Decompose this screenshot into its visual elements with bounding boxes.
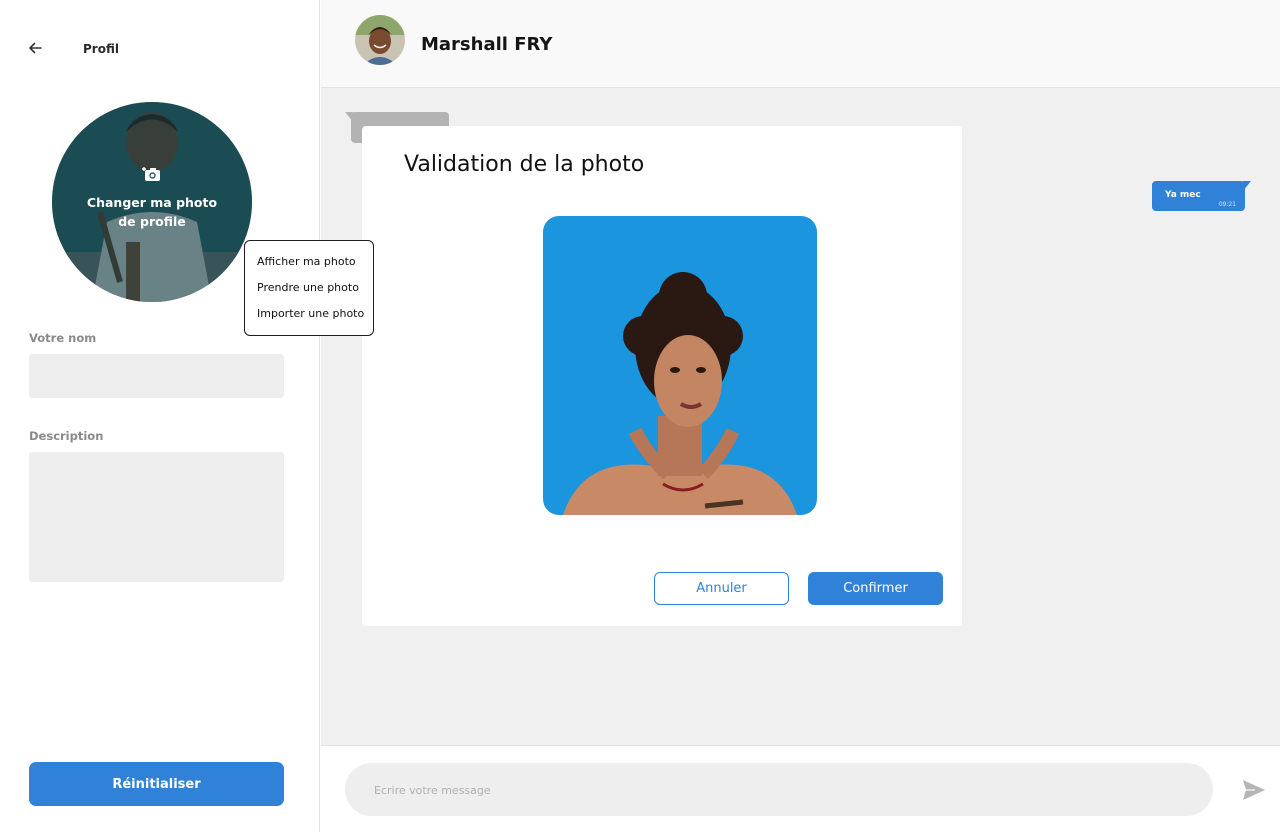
sent-message-text: Ya mec bbox=[1165, 190, 1201, 200]
menu-item-import-photo[interactable]: Importer une photo bbox=[257, 307, 364, 320]
message-input[interactable]: Ecrire votre message bbox=[345, 763, 1213, 816]
sent-message-time: 09:21 bbox=[1218, 201, 1236, 208]
photo-validation-dialog: Validation de la photo Annuler Confirmer bbox=[362, 126, 962, 626]
message-placeholder: Ecrire votre message bbox=[374, 784, 491, 797]
back-button[interactable] bbox=[26, 39, 44, 57]
description-label: Description bbox=[29, 429, 104, 443]
arrow-left-icon bbox=[29, 42, 42, 54]
camera-add-icon bbox=[142, 167, 160, 181]
send-icon[interactable] bbox=[1242, 779, 1266, 801]
menu-item-take-photo[interactable]: Prendre une photo bbox=[257, 281, 359, 294]
contact-avatar-image bbox=[355, 15, 405, 65]
profile-sidebar: Profil Changer ma photo de profile Votre… bbox=[0, 0, 320, 832]
photo-options-menu: Afficher ma photo Prendre une photo Impo… bbox=[244, 240, 374, 336]
sent-message-bubble: Ya mec 09:21 bbox=[1152, 181, 1251, 211]
name-label: Votre nom bbox=[29, 331, 97, 345]
description-input[interactable] bbox=[29, 452, 284, 582]
photo-preview-image bbox=[543, 216, 817, 515]
profile-avatar[interactable]: Changer ma photo de profile bbox=[52, 102, 252, 302]
cancel-button[interactable]: Annuler bbox=[654, 572, 789, 605]
dialog-title: Validation de la photo bbox=[404, 152, 645, 177]
confirm-button[interactable]: Confirmer bbox=[808, 572, 943, 605]
chat-header: Marshall FRY bbox=[321, 0, 1280, 88]
change-photo-label: Changer ma photo de profile bbox=[86, 195, 218, 229]
contact-name: Marshall FRY bbox=[421, 34, 553, 55]
reset-button[interactable]: Réinitialiser bbox=[29, 762, 284, 806]
menu-item-view-photo[interactable]: Afficher ma photo bbox=[257, 255, 356, 268]
photo-preview bbox=[543, 216, 817, 515]
sidebar-title: Profil bbox=[83, 42, 119, 56]
avatar-overlay: Changer ma photo de profile bbox=[52, 102, 252, 302]
name-input[interactable] bbox=[29, 354, 284, 398]
message-composer: Ecrire votre message bbox=[321, 745, 1280, 832]
contact-avatar[interactable] bbox=[355, 15, 405, 65]
